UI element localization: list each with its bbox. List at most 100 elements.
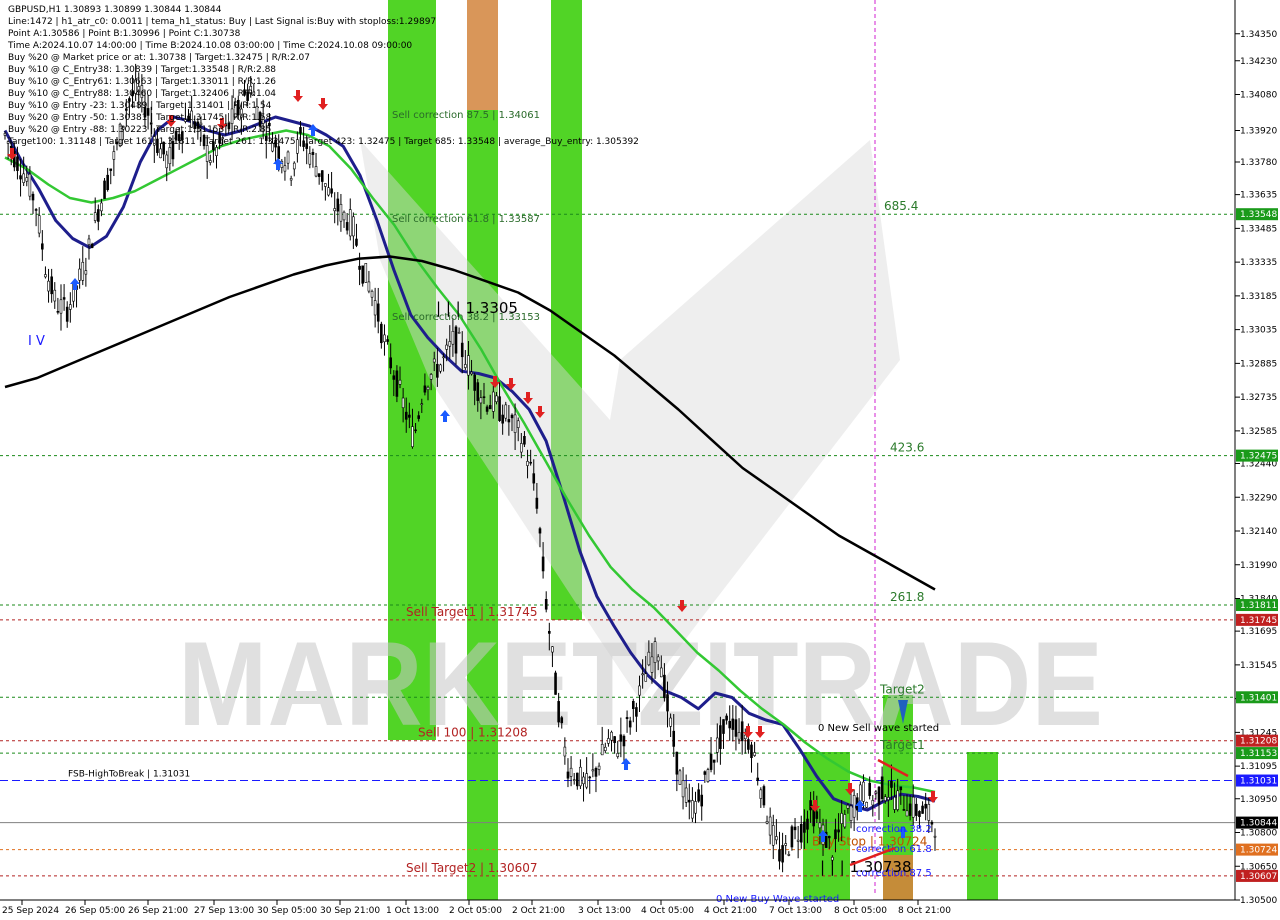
candle-body (697, 789, 700, 802)
candle-body (837, 829, 840, 833)
symbol-line: GBPUSD,H1 1.30893 1.30899 1.30844 1.3084… (8, 5, 222, 15)
candle-body (687, 799, 691, 803)
candle-body (924, 803, 927, 809)
candle-body (846, 804, 850, 809)
candle-body (871, 800, 875, 806)
candle-body (731, 718, 735, 730)
candle-body (918, 811, 921, 817)
candle-body (743, 734, 747, 740)
annotation-label: | | | 1.3305 (436, 299, 518, 317)
price-badge-label: 1.30607 (1240, 872, 1277, 882)
candle-body (90, 243, 94, 249)
candle-body (420, 403, 424, 406)
candle-body (208, 160, 212, 163)
candle-body (719, 725, 722, 749)
candle-body (485, 406, 489, 412)
candle-body (277, 146, 281, 160)
candle-body (495, 395, 498, 403)
candle-body (619, 734, 623, 742)
price-badge-label: 1.33548 (1240, 210, 1277, 220)
candle-body (106, 174, 109, 191)
candle-body (576, 772, 579, 787)
y-tick-label: 1.31545 (1240, 661, 1277, 671)
info-line: Buy %10 @ C_Entry38: 1.30839 | Target:1.… (8, 65, 276, 75)
candle-body (725, 715, 728, 721)
candle-body (849, 805, 853, 821)
candle-body (451, 331, 455, 345)
candle-body (840, 813, 843, 824)
candle-body (902, 809, 906, 811)
candle-body (659, 667, 663, 678)
level-label: 685.4 (884, 199, 918, 213)
price-badge-label: 1.30724 (1240, 846, 1277, 856)
candle-body (734, 719, 738, 737)
candle-body (81, 261, 85, 281)
candle-body (569, 767, 573, 777)
candle-body (479, 397, 483, 404)
candle-body (333, 208, 336, 212)
candle-body (756, 777, 760, 781)
candle-body (607, 738, 610, 744)
annotation-label: correction 38.2 (856, 824, 932, 835)
candle-body (560, 717, 564, 724)
candle-body (809, 800, 812, 811)
candle-body (392, 375, 396, 380)
candle-body (532, 473, 536, 484)
candle-body (501, 414, 504, 424)
candle-body (663, 674, 666, 699)
candle-body (877, 786, 881, 805)
level-label: Target2 (879, 682, 925, 696)
candle-body (473, 374, 476, 391)
y-tick-label: 1.33185 (1240, 292, 1277, 302)
y-tick-label: 1.34350 (1240, 30, 1277, 40)
level-label: Target1 (879, 738, 925, 752)
candle-body (460, 342, 464, 358)
candle-body (19, 175, 22, 180)
candle-body (367, 281, 371, 292)
candle-body (666, 694, 669, 712)
candle-body (370, 290, 374, 298)
candle-body (765, 821, 769, 824)
candle-body (41, 243, 44, 250)
x-tick-label: 7 Oct 13:00 (769, 906, 822, 916)
level-label: Sell Target1 | 1.31745 (406, 605, 538, 619)
candle-body (678, 770, 682, 785)
y-tick-label: 1.33035 (1240, 326, 1277, 336)
candle-body (753, 752, 756, 756)
level-label: Sell Target2 | 1.30607 (406, 861, 538, 875)
info-line: Buy %20 @ Entry -50: 1.30381 | Target:1.… (8, 113, 272, 123)
candle-body (380, 323, 383, 344)
info-line: Buy %20 @ Market price or at: 1.30738 | … (8, 53, 310, 63)
candle-body (476, 382, 480, 401)
candle-body (529, 461, 532, 464)
y-tick-label: 1.32140 (1240, 527, 1277, 537)
candle-body (445, 344, 448, 350)
price-badge-label: 1.30844 (1240, 819, 1277, 829)
candle-body (317, 173, 321, 177)
candle-body (628, 720, 632, 728)
x-tick-label: 26 Sep 05:00 (65, 906, 125, 916)
candle-body (404, 411, 408, 420)
candle-body (386, 339, 389, 342)
candle-body (750, 744, 753, 759)
level-label: 261.8 (890, 590, 924, 604)
info-line: Point A:1.30586 | Point B:1.30996 | Poin… (8, 29, 241, 39)
candle-body (432, 358, 436, 363)
price-chart[interactable]: MARKETZITRADE 685.4 423.6 261.8 Sell Target… (0, 0, 1280, 920)
candle-body (401, 397, 405, 409)
candle-body (482, 396, 486, 399)
level-label: Sell 100 | 1.31208 (418, 726, 528, 740)
candle-body (467, 355, 470, 376)
y-tick-label: 1.31695 (1240, 627, 1277, 637)
price-badge-label: 1.32475 (1240, 452, 1277, 462)
candle-body (376, 303, 380, 322)
level-label: 423.6 (890, 441, 924, 455)
candle-body (597, 765, 601, 770)
bull-zone (967, 752, 998, 900)
candle-body (600, 743, 604, 756)
watermark-text: MARKETZITRADE (178, 617, 1103, 751)
x-tick-label: 2 Oct 21:00 (512, 906, 565, 916)
candle-body (358, 265, 361, 270)
candle-body (510, 414, 514, 419)
candle-body (644, 673, 648, 682)
